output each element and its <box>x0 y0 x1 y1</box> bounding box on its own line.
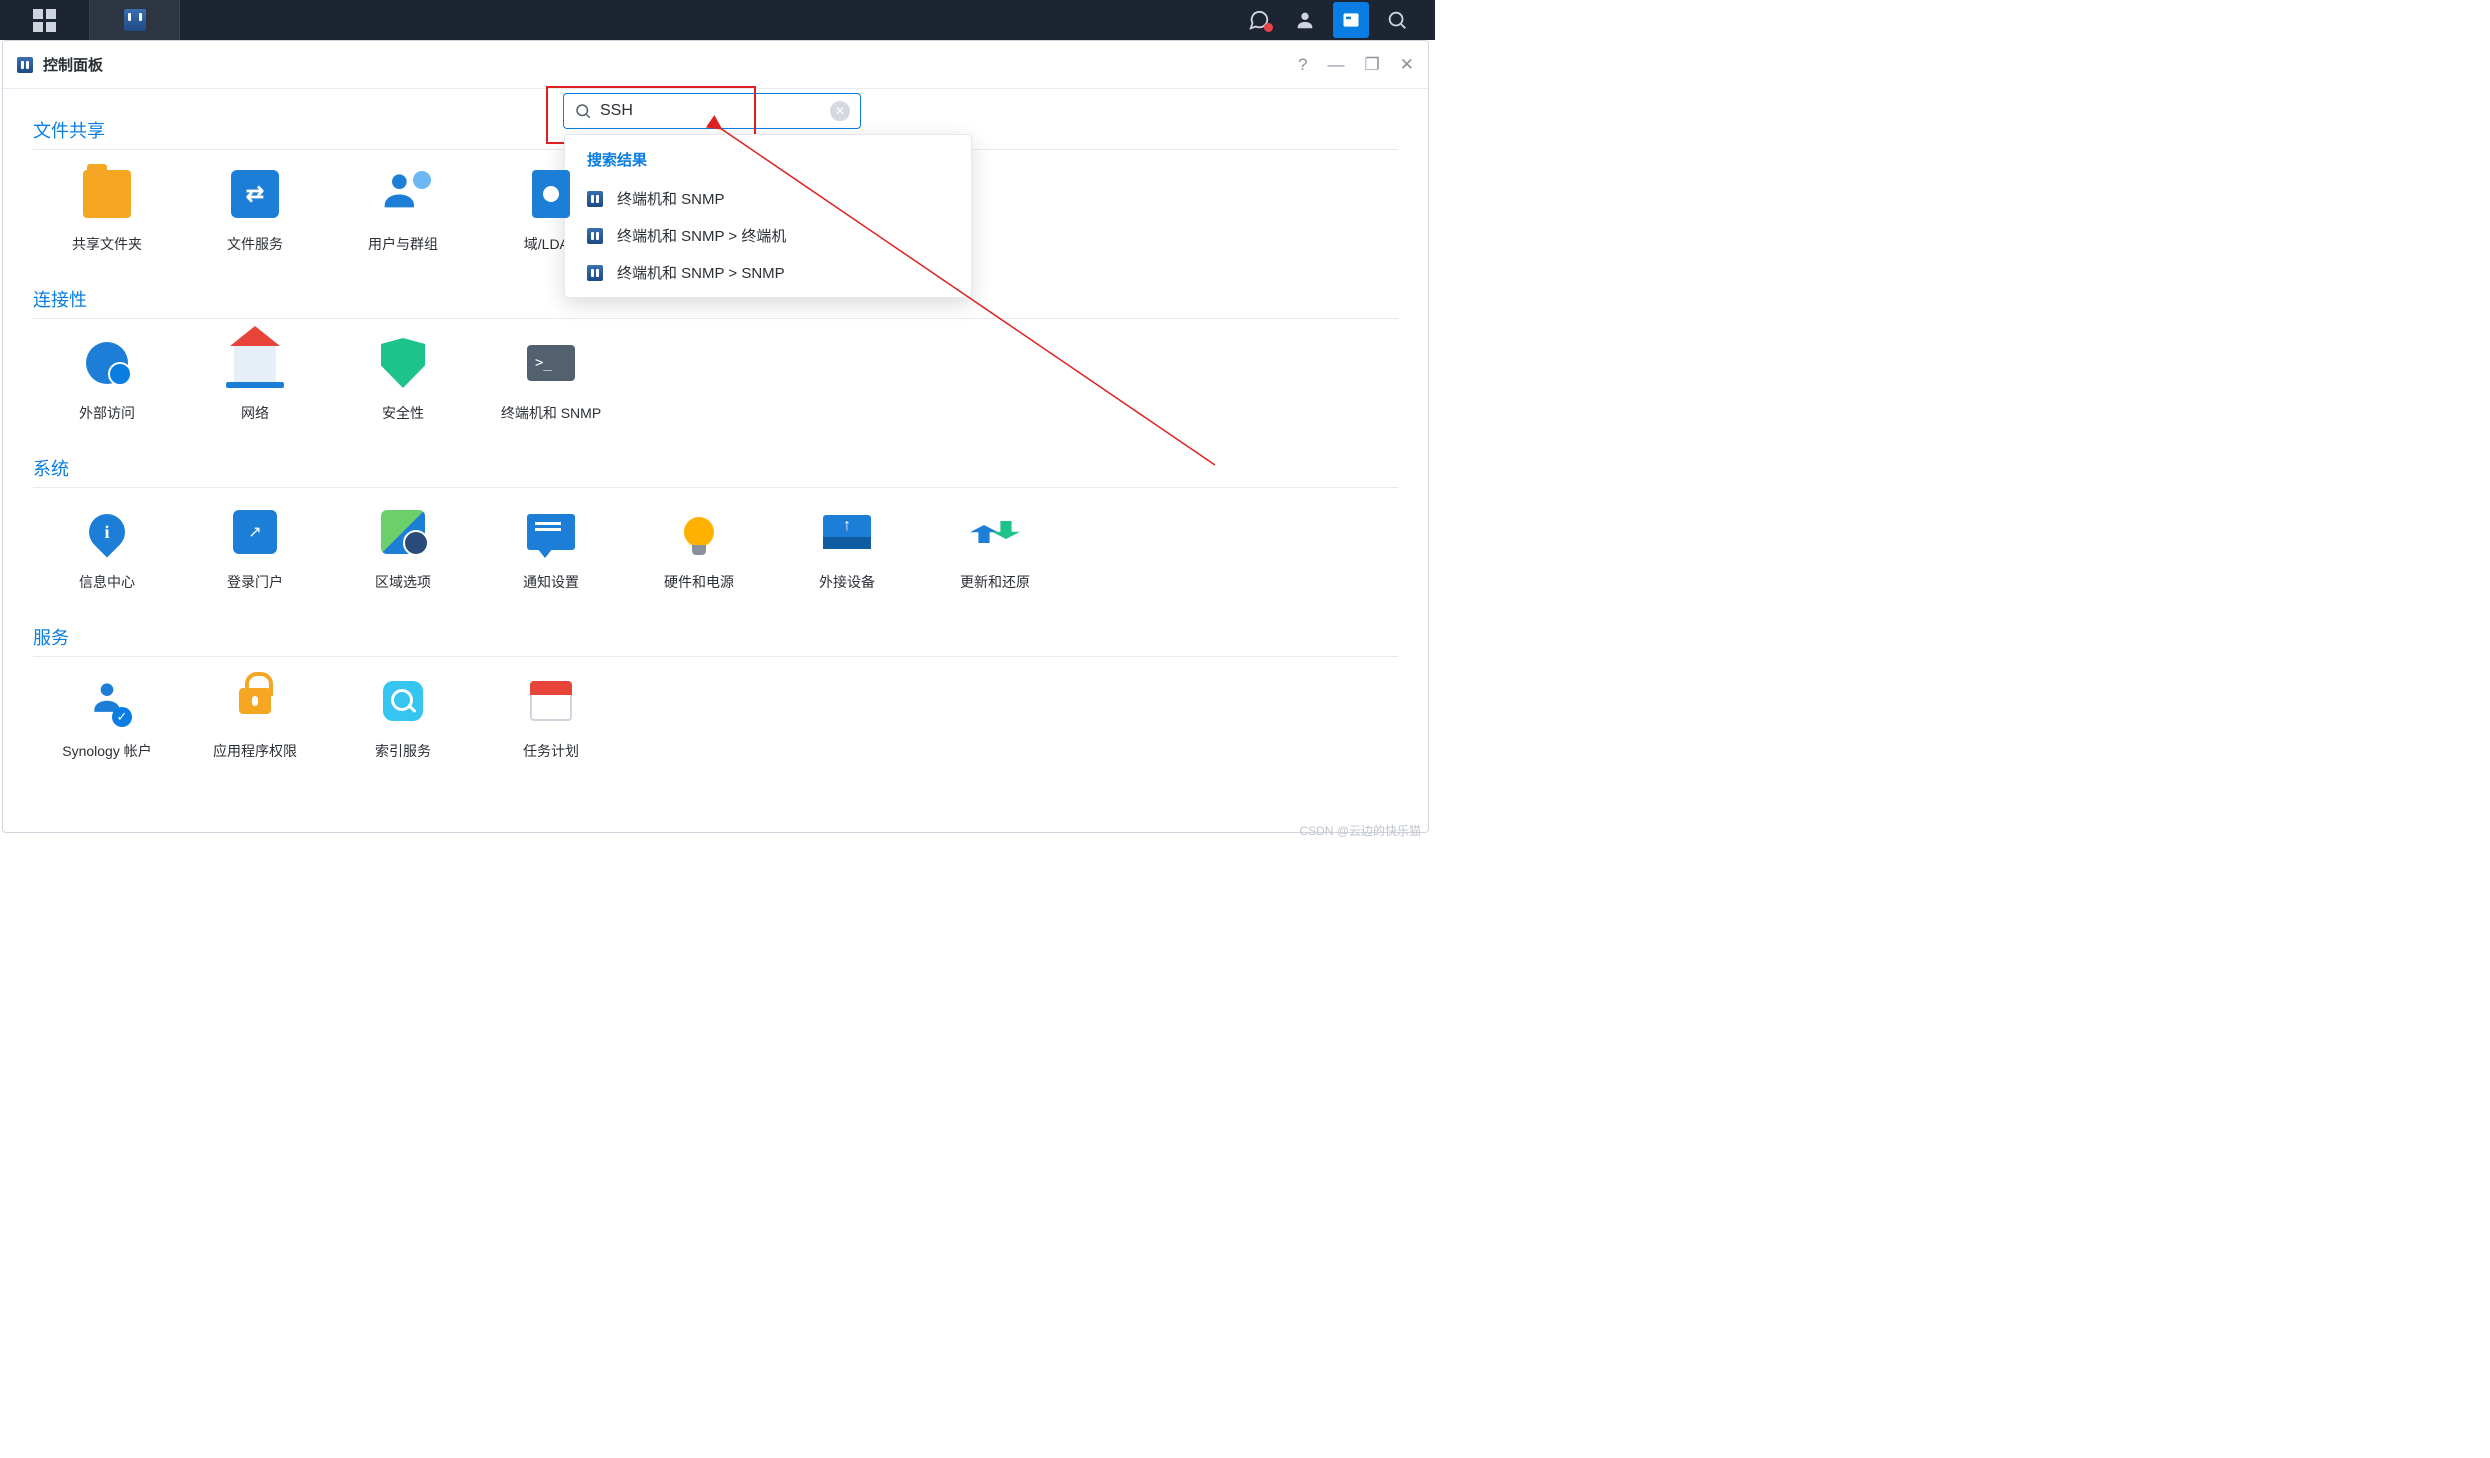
taskbar-search-icon[interactable] <box>1379 2 1415 38</box>
globe-icon <box>86 342 128 384</box>
search-result-label: 终端机和 SNMP <box>617 188 725 209</box>
section-title-system: 系统 <box>33 455 1398 488</box>
minimize-button[interactable]: — <box>1328 55 1345 75</box>
search-result-item[interactable]: 终端机和 SNMP <box>565 180 971 217</box>
item-label: 通知设置 <box>523 572 579 592</box>
item-label: 硬件和电源 <box>664 572 734 592</box>
taskbar <box>0 0 1435 40</box>
control-panel-icon <box>124 9 146 31</box>
apps-icon <box>33 9 56 32</box>
item-label: 终端机和 SNMP <box>501 403 601 423</box>
search-box: ✕ 搜索结果 终端机和 SNMP 终端机和 SNMP > 终端机 终端机和 SN… <box>563 93 861 129</box>
search-result-label: 终端机和 SNMP > SNMP <box>617 262 785 283</box>
taskbar-chat-icon[interactable] <box>1241 2 1277 38</box>
item-label: 区域选项 <box>375 572 431 592</box>
close-button[interactable]: ✕ <box>1400 55 1414 75</box>
item-login-portal[interactable]: ↗ 登录门户 <box>181 494 329 606</box>
sync-icon <box>975 512 1015 552</box>
calendar-icon <box>530 681 572 721</box>
control-panel-icon <box>587 228 603 244</box>
regional-icon <box>381 510 425 554</box>
control-panel-icon <box>587 265 603 281</box>
account-icon <box>88 677 126 725</box>
search-results-title: 搜索结果 <box>565 149 971 180</box>
search-result-label: 终端机和 SNMP > 终端机 <box>617 225 786 246</box>
item-info-center[interactable]: i 信息中心 <box>33 494 181 606</box>
contacts-icon <box>532 170 570 218</box>
item-shared-folder[interactable]: 共享文件夹 <box>33 156 181 268</box>
search-result-item[interactable]: 终端机和 SNMP > SNMP <box>565 254 971 291</box>
network-icon <box>234 344 276 382</box>
item-label: 共享文件夹 <box>72 234 142 254</box>
info-icon: i <box>82 507 133 558</box>
item-label: Synology 帐户 <box>62 741 151 761</box>
window-titlebar: 控制面板 ? — ❐ ✕ <box>3 41 1428 89</box>
user-group-icon <box>381 167 425 222</box>
control-panel-icon <box>17 57 33 73</box>
item-label: 登录门户 <box>227 572 283 592</box>
item-user-group[interactable]: 用户与群组 <box>329 156 477 268</box>
item-label: 安全性 <box>382 403 424 423</box>
lock-icon <box>239 688 271 714</box>
notification-icon <box>527 514 575 550</box>
search-input[interactable] <box>600 102 822 120</box>
item-label: 任务计划 <box>523 741 579 761</box>
taskbar-widget-icon[interactable] <box>1333 2 1369 38</box>
item-security[interactable]: 安全性 <box>329 325 477 437</box>
item-label: 用户与群组 <box>368 234 438 254</box>
control-panel-window: 控制面板 ? — ❐ ✕ ✕ 搜索结果 终端机和 SNMP 终端机和 SNMP … <box>2 40 1429 833</box>
portal-icon: ↗ <box>233 510 277 554</box>
taskbar-apps-button[interactable] <box>0 0 90 40</box>
item-notification[interactable]: 通知设置 <box>477 494 625 606</box>
item-label: 更新和还原 <box>960 572 1030 592</box>
item-app-privileges[interactable]: 应用程序权限 <box>181 663 329 775</box>
item-label: 应用程序权限 <box>213 741 297 761</box>
taskbar-user-icon[interactable] <box>1287 2 1323 38</box>
item-hardware-power[interactable]: 硬件和电源 <box>625 494 773 606</box>
item-network[interactable]: 网络 <box>181 325 329 437</box>
hdd-icon <box>823 515 871 549</box>
item-regional[interactable]: 区域选项 <box>329 494 477 606</box>
item-label: 外接设备 <box>819 572 875 592</box>
item-file-services[interactable]: ⇄ 文件服务 <box>181 156 329 268</box>
search-icon <box>574 102 592 120</box>
terminal-icon: >_ <box>527 345 575 381</box>
item-update-restore[interactable]: 更新和还原 <box>921 494 1069 606</box>
file-services-icon: ⇄ <box>231 170 279 218</box>
bulb-icon <box>684 517 714 547</box>
search-result-item[interactable]: 终端机和 SNMP > 终端机 <box>565 217 971 254</box>
shield-icon <box>381 338 425 388</box>
taskbar-control-panel-button[interactable] <box>90 0 180 40</box>
item-indexing[interactable]: 索引服务 <box>329 663 477 775</box>
item-label: 文件服务 <box>227 234 283 254</box>
search-results-dropdown: 搜索结果 终端机和 SNMP 终端机和 SNMP > 终端机 终端机和 SNMP… <box>564 134 972 298</box>
clear-search-icon[interactable]: ✕ <box>830 101 850 121</box>
item-external-devices[interactable]: 外接设备 <box>773 494 921 606</box>
item-label: 网络 <box>241 403 269 423</box>
folder-icon <box>83 170 131 218</box>
watermark: CSDN @云边的快乐猫 <box>1299 822 1421 839</box>
magnifier-icon <box>383 681 423 721</box>
item-external-access[interactable]: 外部访问 <box>33 325 181 437</box>
item-label: 索引服务 <box>375 741 431 761</box>
item-terminal-snmp[interactable]: >_ 终端机和 SNMP <box>477 325 625 437</box>
item-task-scheduler[interactable]: 任务计划 <box>477 663 625 775</box>
help-button[interactable]: ? <box>1298 55 1307 75</box>
item-label: 外部访问 <box>79 403 135 423</box>
item-label: 信息中心 <box>79 572 135 592</box>
control-panel-icon <box>587 191 603 207</box>
item-synology-account[interactable]: Synology 帐户 <box>33 663 181 775</box>
maximize-button[interactable]: ❐ <box>1365 55 1380 75</box>
window-title: 控制面板 <box>43 54 103 75</box>
section-title-services: 服务 <box>33 624 1398 657</box>
